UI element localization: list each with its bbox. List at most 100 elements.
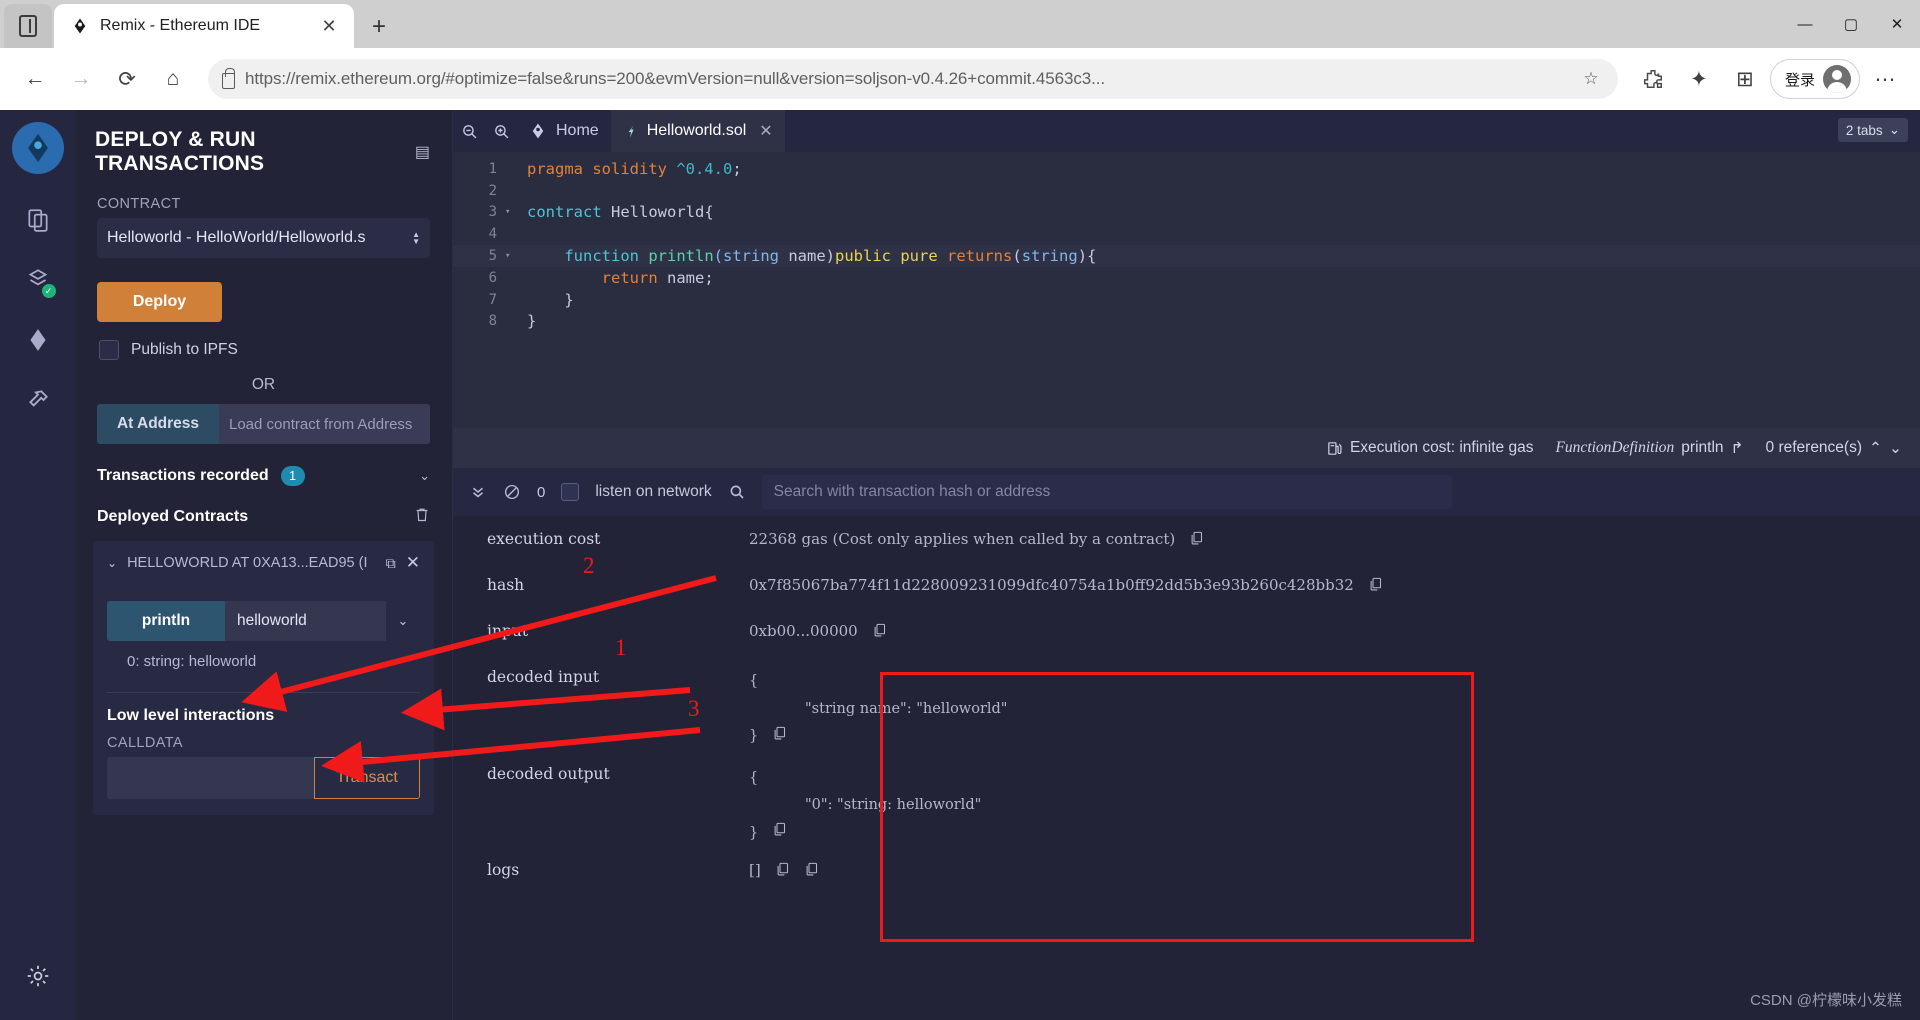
- listen-network-checkbox[interactable]: [561, 483, 580, 501]
- copy-icon[interactable]: [772, 820, 787, 847]
- page-title: DEPLOY & RUN TRANSACTIONS: [95, 128, 265, 175]
- zoom-out-icon[interactable]: [453, 123, 485, 140]
- sidebar-item-file-explorer[interactable]: [16, 200, 60, 240]
- println-function-button[interactable]: println: [107, 601, 225, 641]
- back-icon[interactable]: ←: [14, 58, 56, 100]
- fold-toggle-icon[interactable]: ▾: [505, 251, 519, 261]
- function-result-text: 0: string: helloworld: [127, 653, 257, 670]
- pending-count: 0: [537, 483, 546, 501]
- code-line[interactable]: 4: [453, 223, 1920, 245]
- remix-logo-icon[interactable]: [11, 122, 64, 174]
- calldata-label: CALLDATA: [107, 735, 183, 751]
- close-icon[interactable]: ✕: [406, 553, 420, 573]
- tx-execution-cost-key: execution cost: [487, 530, 601, 548]
- transactions-recorded-row[interactable]: Transactions recorded 1 ⌄: [75, 444, 452, 486]
- logs-key: logs: [487, 861, 520, 880]
- tab-helloworld-sol-label: Helloworld.sol: [646, 122, 747, 139]
- login-button[interactable]: 登录: [1769, 59, 1860, 99]
- sidebar-item-plugin-manager[interactable]: [16, 380, 60, 420]
- tab-search-button[interactable]: [4, 4, 52, 48]
- decoded-input-body: "string name": "helloworld": [805, 700, 1008, 717]
- tab-home[interactable]: Home: [517, 110, 611, 152]
- copy-all-icon[interactable]: [804, 861, 819, 881]
- maximize-icon[interactable]: ▢: [1828, 0, 1874, 48]
- forward-icon[interactable]: →: [60, 58, 102, 100]
- copy-icon[interactable]: [772, 724, 787, 751]
- bookmark-star-icon[interactable]: ☆: [1578, 66, 1604, 92]
- publish-ipfs-checkbox[interactable]: [99, 340, 119, 360]
- code-line[interactable]: 7 }: [453, 289, 1920, 311]
- line-number: 1: [488, 160, 497, 177]
- minimize-icon[interactable]: —: [1782, 0, 1828, 48]
- publish-ipfs-row[interactable]: Publish to IPFS: [75, 322, 452, 360]
- code-line[interactable]: 2: [453, 180, 1920, 202]
- close-window-icon[interactable]: ✕: [1874, 0, 1920, 48]
- at-address-input[interactable]: Load contract from Address: [219, 404, 430, 444]
- terminal-search-input[interactable]: Search with transaction hash or address: [761, 475, 1452, 509]
- transact-button[interactable]: Transact: [314, 757, 420, 799]
- fold-toggle-icon[interactable]: ▾: [505, 207, 519, 217]
- url-text: https://remix.ethereum.org/#optimize=fal…: [245, 69, 1105, 88]
- logs-value: []: [749, 861, 819, 881]
- chevron-up-icon[interactable]: ⌃: [1869, 439, 1882, 458]
- extensions-icon[interactable]: [1632, 58, 1674, 100]
- browser-tabstrip: Remix - Ethereum IDE ✕ + — ▢ ✕: [0, 0, 1920, 48]
- tabs-count-button[interactable]: 2 tabs ⌄: [1837, 118, 1908, 142]
- stepper-icon[interactable]: ▲ ▼: [412, 231, 420, 246]
- add-tab-icon[interactable]: ⊞: [1724, 58, 1766, 100]
- close-icon[interactable]: ✕: [314, 11, 344, 41]
- deployed-contract-header[interactable]: ⌄ HELLOWORLD AT 0XA13...EAD95 (I ⧉ ✕: [93, 553, 434, 573]
- deploy-button[interactable]: Deploy: [97, 282, 222, 322]
- close-icon[interactable]: ✕: [759, 121, 772, 141]
- trash-icon[interactable]: [414, 506, 430, 527]
- clear-console-icon[interactable]: [503, 483, 521, 501]
- address-bar[interactable]: https://remix.ethereum.org/#optimize=fal…: [208, 59, 1618, 99]
- code-line[interactable]: 3 ▾ contract Helloworld{: [453, 202, 1920, 224]
- copy-icon[interactable]: [1189, 530, 1204, 550]
- code-editor[interactable]: 1 pragma solidity ^0.4.0; 2 3 ▾ contract Hell…: [453, 152, 1920, 428]
- browser-tab-remix[interactable]: Remix - Ethereum IDE ✕: [54, 4, 354, 48]
- code-line[interactable]: 8}: [453, 311, 1920, 333]
- sidebar-item-solidity-compiler[interactable]: ✓: [16, 260, 60, 300]
- definition-status[interactable]: FunctionDefinition println ↱: [1555, 439, 1743, 458]
- line-number: 4: [488, 226, 497, 243]
- sidebar-item-settings[interactable]: [16, 956, 60, 996]
- tx-input-value: 0xb00...00000: [749, 622, 887, 642]
- calldata-input[interactable]: [107, 757, 314, 799]
- zoom-in-icon[interactable]: [485, 123, 517, 140]
- line-number: 5: [488, 248, 497, 265]
- tabs-count-label: 2 tabs: [1845, 122, 1883, 138]
- more-options-icon[interactable]: ⋯: [1864, 58, 1906, 100]
- at-address-button[interactable]: At Address: [97, 404, 219, 444]
- copy-icon[interactable]: ⧉: [386, 555, 396, 572]
- search-icon[interactable]: [728, 483, 746, 501]
- contract-label: CONTRACT: [97, 196, 181, 212]
- function-arg-input[interactable]: helloworld: [225, 601, 386, 641]
- code-line[interactable]: 1 pragma solidity ^0.4.0;: [453, 158, 1920, 180]
- chevron-down-icon[interactable]: ⌄: [107, 556, 117, 570]
- chevron-down-icon[interactable]: ⌄: [419, 468, 430, 484]
- code-line[interactable]: 6 return name;: [453, 267, 1920, 289]
- collapse-terminal-icon[interactable]: [469, 483, 487, 501]
- collections-icon[interactable]: ✦: [1678, 58, 1720, 100]
- jump-to-icon[interactable]: ↱: [1731, 439, 1744, 458]
- sidebar-item-deploy-run[interactable]: [16, 320, 60, 360]
- copy-icon[interactable]: [1368, 576, 1383, 596]
- copy-icon[interactable]: [872, 622, 887, 642]
- contract-select[interactable]: Helloworld - HelloWorld/Helloworld.s ▲ ▼: [97, 218, 430, 258]
- panel-icon: [19, 15, 37, 37]
- panel-docs-icon[interactable]: ▤: [415, 142, 430, 162]
- home-icon[interactable]: ⌂: [152, 58, 194, 100]
- code-line[interactable]: 5 ▾ function println(string name)public p…: [453, 245, 1920, 267]
- logs-array: []: [749, 861, 761, 880]
- decoded-input-row: decoded input {"string name": "helloworld…: [453, 668, 1920, 751]
- copy-icon[interactable]: [775, 861, 790, 881]
- reload-icon[interactable]: ⟳: [106, 58, 148, 100]
- tx-execution-cost-value: 22368 gas (Cost only applies when called…: [749, 530, 1204, 550]
- decoded-input-open: {: [749, 673, 759, 689]
- chevron-down-icon[interactable]: ⌄: [386, 601, 420, 641]
- info-icon[interactable]: i: [416, 708, 420, 724]
- chevron-down-icon[interactable]: ⌄: [1889, 439, 1902, 458]
- new-tab-button[interactable]: +: [364, 12, 394, 42]
- tab-helloworld-sol[interactable]: Helloworld.sol ✕: [610, 110, 785, 152]
